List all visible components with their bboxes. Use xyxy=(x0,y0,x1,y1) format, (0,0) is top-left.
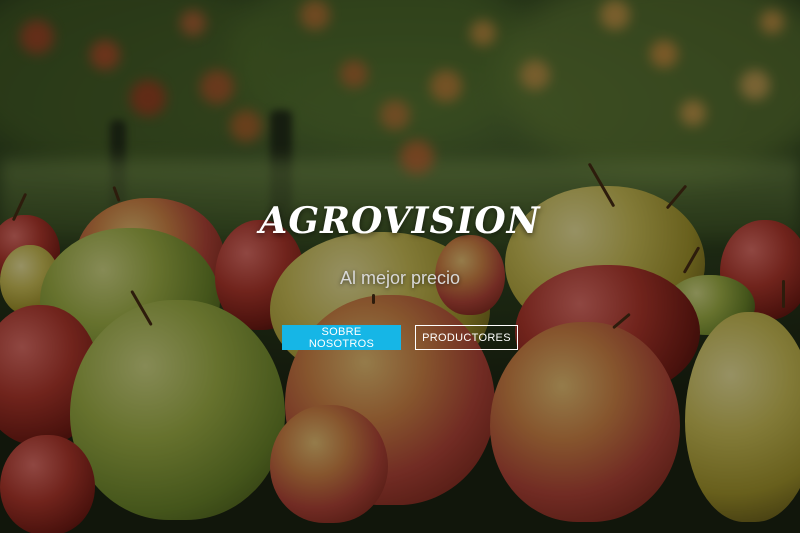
hero-section: AGROVISION Al mejor precio SOBRE NOSOTRO… xyxy=(0,0,800,533)
hero-buttons: SOBRE NOSOTROS PRODUCTORES xyxy=(0,325,800,350)
brand-title: AGROVISION xyxy=(259,200,541,242)
producers-button[interactable]: PRODUCTORES xyxy=(415,325,518,350)
hero-tagline: Al mejor precio xyxy=(339,268,461,288)
hero-content: AGROVISION Al mejor precio SOBRE NOSOTRO… xyxy=(0,0,800,533)
about-us-button[interactable]: SOBRE NOSOTROS xyxy=(282,325,401,350)
